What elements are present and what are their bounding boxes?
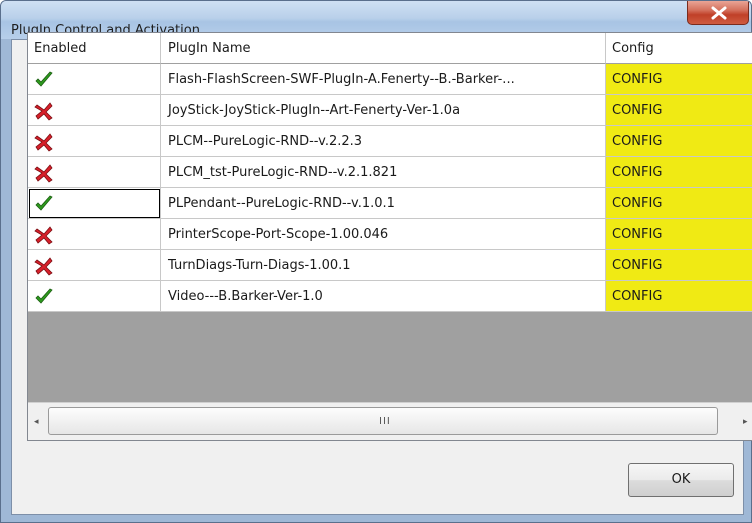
config-button-cell[interactable]: CONFIG <box>606 281 752 312</box>
plugin-name-cell[interactable]: PLCM_tst-PureLogic-RND--v.2.1.821 <box>161 157 606 188</box>
table-row[interactable]: PLCM_tst-PureLogic-RND--v.2.1.821 CONFIG <box>28 157 752 188</box>
config-button-cell[interactable]: CONFIG <box>606 126 752 157</box>
table-row[interactable]: TurnDiags-Turn-Diags-1.00.1 CONFIG <box>28 250 752 281</box>
plugin-name-cell[interactable]: TurnDiags-Turn-Diags-1.00.1 <box>161 250 606 281</box>
scroll-right-arrow-icon: ▸ <box>743 417 748 427</box>
plugin-name-cell[interactable]: Video---B.Barker-Ver-1.0 <box>161 281 606 312</box>
column-header-config[interactable]: Config <box>606 33 752 64</box>
green-check-icon <box>35 288 53 304</box>
close-button[interactable] <box>687 1 749 25</box>
config-button-cell[interactable]: CONFIG <box>606 219 752 250</box>
enabled-cell[interactable] <box>28 250 161 281</box>
ok-button[interactable]: OK <box>628 463 734 497</box>
scroll-left-arrow-icon: ◂ <box>34 417 39 427</box>
column-header-enabled[interactable]: Enabled <box>28 33 161 64</box>
config-button-cell[interactable]: CONFIG <box>606 95 752 126</box>
scrollbar-grip-icon: III <box>379 416 391 427</box>
plugin-name-cell[interactable]: PLCM--PureLogic-RND--v.2.2.3 <box>161 126 606 157</box>
green-check-icon <box>35 195 53 211</box>
config-button-cell[interactable]: CONFIG <box>606 188 752 219</box>
table-row[interactable]: JoyStick-JoyStick-PlugIn--Art-Fenerty-Ve… <box>28 95 752 126</box>
horizontal-scrollbar[interactable]: ◂ III ▸ <box>28 402 752 440</box>
grid-rows: Enabled PlugIn Name Config Flash-FlashSc… <box>28 33 752 403</box>
enabled-cell[interactable] <box>28 219 161 250</box>
table-row[interactable]: PrinterScope-Port-Scope-1.00.046 CONFIG <box>28 219 752 250</box>
config-button-cell[interactable]: CONFIG <box>606 250 752 281</box>
green-check-icon <box>35 71 53 87</box>
scroll-right-button[interactable]: ▸ <box>736 403 752 440</box>
scrollbar-thumb[interactable]: III <box>48 407 718 435</box>
enabled-cell[interactable] <box>28 126 161 157</box>
table-row[interactable]: PLPendant--PureLogic-RND--v.1.0.1 CONFIG <box>28 188 752 219</box>
enabled-cell[interactable] <box>28 64 161 95</box>
header-row: Enabled PlugIn Name Config <box>28 33 752 64</box>
table-row[interactable]: Video---B.Barker-Ver-1.0 CONFIG <box>28 281 752 312</box>
plugin-name-cell[interactable]: Flash-FlashScreen-SWF-PlugIn-A.Fenerty--… <box>161 64 606 95</box>
red-x-icon <box>34 164 53 183</box>
scroll-left-button[interactable]: ◂ <box>28 403 48 440</box>
column-header-plugin-name[interactable]: PlugIn Name <box>161 33 606 64</box>
table-row[interactable]: Flash-FlashScreen-SWF-PlugIn-A.Fenerty--… <box>28 64 752 95</box>
red-x-icon <box>34 257 53 276</box>
enabled-cell[interactable] <box>28 157 161 188</box>
enabled-cell[interactable] <box>28 188 161 219</box>
plugin-name-cell[interactable]: JoyStick-JoyStick-PlugIn--Art-Fenerty-Ve… <box>161 95 606 126</box>
config-button-cell[interactable]: CONFIG <box>606 64 752 95</box>
red-x-icon <box>34 102 53 121</box>
close-x-icon <box>711 6 727 20</box>
red-x-icon <box>34 133 53 152</box>
red-x-icon <box>34 226 53 245</box>
plugin-grid[interactable]: Enabled PlugIn Name Config Flash-FlashSc… <box>27 32 752 441</box>
plugin-name-cell[interactable]: PrinterScope-Port-Scope-1.00.046 <box>161 219 606 250</box>
config-button-cell[interactable]: CONFIG <box>606 157 752 188</box>
plugin-name-cell[interactable]: PLPendant--PureLogic-RND--v.1.0.1 <box>161 188 606 219</box>
enabled-cell[interactable] <box>28 95 161 126</box>
table-row[interactable]: PLCM--PureLogic-RND--v.2.2.3 CONFIG <box>28 126 752 157</box>
enabled-cell[interactable] <box>28 281 161 312</box>
